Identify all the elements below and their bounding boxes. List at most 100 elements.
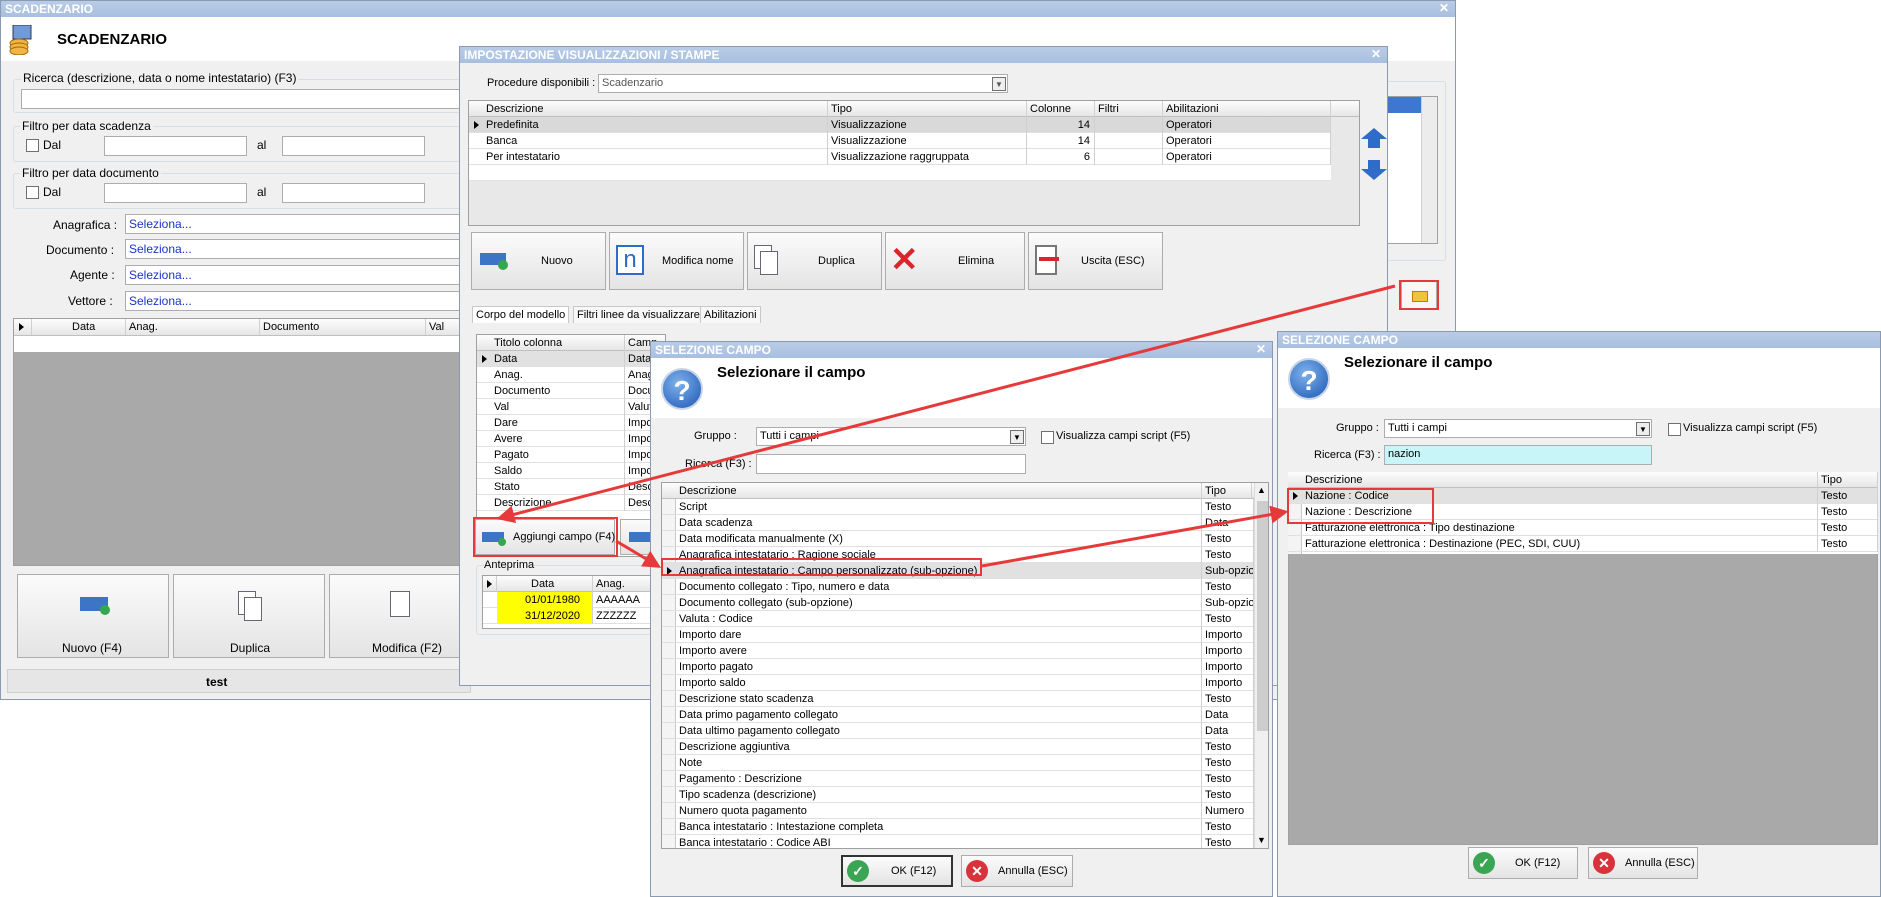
body-row[interactable]: Avere Impo [477, 431, 665, 447]
field-list-row[interactable]: Banca intestatario : Intestazione comple… [662, 819, 1268, 835]
field-list-row[interactable]: Documento collegato (sub-opzione) Sub-opz… [662, 595, 1268, 611]
due-date-from-checkbox[interactable] [26, 139, 39, 152]
field-list-row[interactable]: Data scadenza Data [662, 515, 1268, 531]
field-list-row[interactable]: Data primo pagamento collegato Data [662, 707, 1268, 723]
edit-button[interactable]: Modifica (F2) [329, 574, 471, 658]
main-grid-col[interactable]: Documento [260, 319, 426, 335]
field-list-row[interactable]: Importo saldo Importo [662, 675, 1268, 691]
doc-date-from-checkbox[interactable] [26, 186, 39, 199]
impost-duplicate-button[interactable]: Duplica [747, 232, 882, 290]
impost-row[interactable]: Banca Visualizzazione 14 Operatori [469, 133, 1331, 149]
main-grid[interactable]: Data Anag. Documento Val [13, 318, 473, 566]
search-input[interactable] [756, 454, 1026, 474]
ok-button[interactable]: ✓ OK (F12) [1468, 847, 1578, 879]
scroll-up-icon[interactable]: ▲ [1257, 485, 1266, 495]
close-icon[interactable]: ✕ [1439, 1, 1449, 15]
doc-date-from-input[interactable] [104, 183, 247, 203]
body-grid-col[interactable]: Titolo colonna [491, 335, 625, 351]
close-icon[interactable]: ✕ [1256, 342, 1266, 356]
impost-row[interactable]: Predefinita Visualizzazione 14 Operatori [469, 117, 1331, 133]
tab-permissions[interactable]: Abilitazioni [700, 306, 761, 323]
preview-col[interactable]: Data [497, 576, 593, 592]
edit-icon [390, 591, 410, 617]
field-list-row[interactable]: Tipo scadenza (descrizione) Testo [662, 787, 1268, 803]
body-row[interactable]: Descrizione Desc [477, 495, 665, 511]
body-row[interactable]: Val Valut [477, 399, 665, 415]
body-row[interactable]: Dare Impo [477, 415, 665, 431]
close-icon[interactable]: ✕ [1371, 47, 1381, 61]
due-date-to-input[interactable] [282, 136, 425, 156]
vettore-select[interactable]: Seleziona... [125, 291, 473, 311]
impost-new-button[interactable]: Nuovo [471, 232, 606, 290]
field-list-row[interactable]: Data modificata manualmente (X) Testo [662, 531, 1268, 547]
field-list-row[interactable]: Numero quota pagamento Numero [662, 803, 1268, 819]
field-list-row[interactable]: Note Testo [662, 755, 1268, 771]
new-button[interactable]: Nuovo (F4) [17, 574, 169, 658]
script-checkbox[interactable] [1041, 431, 1054, 444]
field-list-col[interactable]: Descrizione [676, 483, 1202, 499]
impost-grid-col[interactable]: Colonne [1027, 101, 1095, 117]
field-list-row[interactable]: Valuta : Codice Testo [662, 611, 1268, 627]
field-list-row[interactable]: Script Testo [662, 499, 1268, 515]
field-list-row[interactable]: Descrizione stato scadenza Testo [662, 691, 1268, 707]
impost-grid-col[interactable]: Descrizione [483, 101, 828, 117]
body-row[interactable]: Stato Desc [477, 479, 665, 495]
right-list-scrollbar[interactable] [1421, 97, 1437, 243]
ok-button[interactable]: ✓ OK (F12) [841, 855, 953, 887]
body-row[interactable]: Saldo Impo [477, 463, 665, 479]
tab-body[interactable]: Corpo del modello [472, 306, 570, 323]
field-list-row[interactable]: Data ultimo pagamento collegato Data [662, 723, 1268, 739]
main-grid-col[interactable]: Data [32, 319, 126, 335]
field-list-col[interactable]: Tipo [1818, 472, 1878, 488]
field-list-row[interactable]: Fatturazione elettronica : Destinazione … [1288, 536, 1878, 552]
preview-grid[interactable]: Data Anag. 01/01/1980 AAAAAA 31/12/2020 … [482, 575, 664, 629]
main-grid-col[interactable]: Anag. [126, 319, 260, 335]
chevron-down-icon[interactable]: ▼ [1010, 430, 1024, 444]
search-input[interactable]: nazion [1384, 445, 1652, 465]
chevron-down-icon[interactable]: ▼ [1636, 422, 1650, 436]
chevron-down-icon[interactable]: ▼ [992, 77, 1006, 91]
field-list[interactable]: Descrizione Tipo Script Testo Data scadenz… [661, 482, 1269, 849]
duplicate-button[interactable]: Duplica [173, 574, 325, 658]
rename-button[interactable]: n Modifica nome [609, 232, 744, 290]
agente-select[interactable]: Seleziona... [125, 265, 473, 285]
body-row[interactable]: Documento Docu [477, 383, 665, 399]
body-row[interactable]: Data Data [477, 351, 665, 367]
cancel-button[interactable]: ✕ Annulla (ESC) [1588, 847, 1698, 879]
impost-grid-col[interactable]: Abilitazioni [1163, 101, 1331, 117]
body-row[interactable]: Pagato Impo [477, 447, 665, 463]
due-date-from-input[interactable] [104, 136, 247, 156]
field-list-row[interactable]: Importo pagato Importo [662, 659, 1268, 675]
impost-row[interactable]: Per intestatario Visualizzazione raggrup… [469, 149, 1331, 165]
tab-filters[interactable]: Filtri linee da visualizzare [573, 306, 704, 323]
body-row[interactable]: Anag. Anag [477, 367, 665, 383]
group-select[interactable]: Tutti i campi ▼ [1384, 419, 1652, 438]
field-list-col[interactable]: Descrizione [1302, 472, 1818, 488]
move-down-button[interactable] [1360, 159, 1387, 181]
field-list-row[interactable]: Banca intestatario : Codice ABI Testo [662, 835, 1268, 848]
proc-select[interactable]: Scadenzario ▼ [598, 74, 1008, 93]
field-list-row[interactable]: Descrizione aggiuntiva Testo [662, 739, 1268, 755]
field-list-row[interactable]: Documento collegato : Tipo, numero e dat… [662, 579, 1268, 595]
anagrafica-select[interactable]: Seleziona... [125, 214, 473, 234]
search-input[interactable] [21, 89, 471, 109]
delete-button[interactable]: ✕ Elimina [885, 232, 1025, 290]
scroll-thumb[interactable] [1257, 501, 1268, 731]
field-list-row[interactable]: Importo dare Importo [662, 627, 1268, 643]
group-select[interactable]: Tutti i campi ▼ [756, 427, 1026, 446]
impost-row[interactable] [469, 165, 1331, 181]
field-list-row[interactable]: Importo avere Importo [662, 643, 1268, 659]
field-list-scrollbar[interactable]: ▲ ▼ [1254, 483, 1268, 848]
move-up-button[interactable] [1360, 127, 1387, 149]
documento-select[interactable]: Seleziona... [125, 239, 473, 259]
impost-grid[interactable]: Descrizione Tipo Colonne Filtri Abilitaz… [468, 100, 1360, 226]
impost-grid-col[interactable]: Filtri [1095, 101, 1163, 117]
scroll-down-icon[interactable]: ▼ [1257, 835, 1266, 845]
impost-grid-col[interactable]: Tipo [828, 101, 1027, 117]
script-checkbox[interactable] [1668, 423, 1681, 436]
exit-button[interactable]: Uscita (ESC) [1028, 232, 1163, 290]
cancel-button[interactable]: ✕ Annulla (ESC) [961, 855, 1073, 887]
field-list-col[interactable]: Tipo [1202, 483, 1252, 499]
field-list-row[interactable]: Pagamento : Descrizione Testo [662, 771, 1268, 787]
doc-date-to-input[interactable] [282, 183, 425, 203]
